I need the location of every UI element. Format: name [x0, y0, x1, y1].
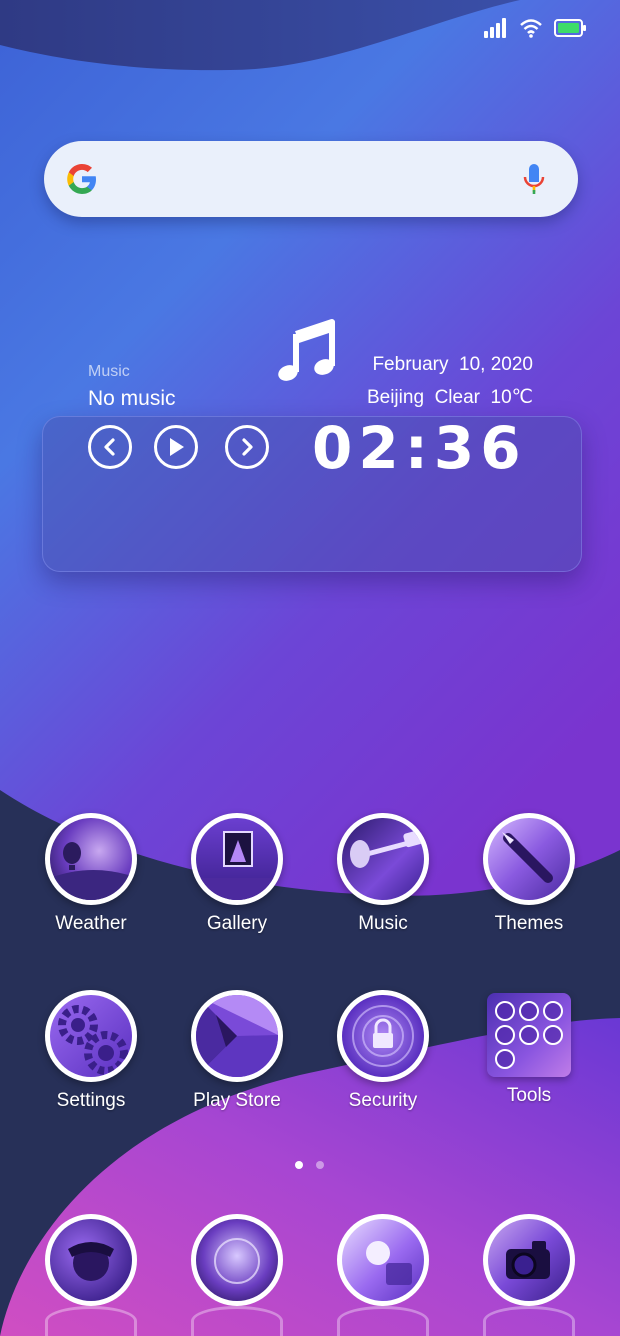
- paintbrush-icon: [502, 832, 553, 883]
- app-label: Themes: [494, 913, 564, 934]
- dock-reflection: [483, 1306, 575, 1336]
- security-app-icon: [337, 990, 429, 1082]
- widget-weather: Beijing Clear 10℃: [366, 387, 533, 408]
- app-label: Weather: [55, 913, 127, 934]
- camera-icon: [506, 1241, 550, 1279]
- app-play-store[interactable]: Play Store: [167, 990, 307, 1112]
- app-settings[interactable]: Settings: [21, 990, 161, 1112]
- app-label: Music: [358, 913, 408, 934]
- weather-app-icon: [45, 813, 137, 905]
- dock-reflection: [191, 1306, 283, 1336]
- app-music[interactable]: Music: [313, 813, 453, 935]
- dock-browser[interactable]: [191, 1214, 283, 1306]
- signal-bars-icon: [484, 18, 506, 38]
- app-label: Tools: [506, 1085, 552, 1106]
- dock-reflection: [337, 1306, 429, 1336]
- mic-icon[interactable]: [522, 162, 546, 196]
- wifi-icon: [520, 19, 542, 38]
- play-button[interactable]: [154, 425, 198, 469]
- next-icon: [242, 438, 253, 456]
- app-label: Settings: [56, 1090, 126, 1111]
- page-dot[interactable]: [316, 1161, 324, 1169]
- picture-frame-icon: [196, 831, 278, 900]
- app-themes[interactable]: Themes: [459, 813, 599, 935]
- app-weather[interactable]: Weather: [21, 813, 161, 935]
- battery-icon: [554, 19, 586, 37]
- previous-button[interactable]: [88, 425, 132, 469]
- previous-icon: [104, 438, 115, 456]
- browser-icon: [214, 1238, 260, 1284]
- status-bar: [484, 16, 586, 40]
- gallery-app-icon: [191, 813, 283, 905]
- tools-folder-icon: [487, 993, 571, 1077]
- guitar-icon: [350, 830, 424, 868]
- hot-air-balloon-icon: [50, 842, 132, 900]
- music-note-icon: [278, 319, 335, 381]
- play-icon: [170, 438, 184, 456]
- google-search-bar[interactable]: [44, 141, 578, 217]
- dock-messages[interactable]: [337, 1214, 429, 1306]
- themes-app-icon: [483, 813, 575, 905]
- gears-icon: [58, 1005, 128, 1075]
- dock-phone[interactable]: [45, 1214, 137, 1306]
- messages-icon: [366, 1241, 412, 1285]
- app-tools-folder[interactable]: Tools: [459, 990, 599, 1107]
- phone-icon: [68, 1242, 114, 1281]
- clock-time: 02:36: [312, 414, 527, 482]
- page-indicator: [295, 1161, 324, 1169]
- google-g-icon: [67, 164, 96, 194]
- music-track-title: No music: [88, 387, 176, 410]
- next-button[interactable]: [225, 425, 269, 469]
- app-label: Play Store: [193, 1090, 281, 1111]
- music-app-icon: [337, 813, 429, 905]
- play-store-app-icon: [191, 990, 283, 1082]
- music-widget-label: Music: [88, 363, 130, 380]
- dock-reflection: [45, 1306, 137, 1336]
- widget-date: February 10, 2020: [372, 354, 533, 375]
- padlock-icon: [352, 1005, 414, 1067]
- page-dot-active[interactable]: [295, 1161, 303, 1169]
- app-security[interactable]: Security: [313, 990, 453, 1112]
- app-gallery[interactable]: Gallery: [167, 813, 307, 935]
- app-label: Security: [348, 1090, 418, 1111]
- app-label: Gallery: [206, 913, 268, 934]
- geometric-play-icon: [196, 995, 278, 1077]
- settings-app-icon: [45, 990, 137, 1082]
- dock-camera[interactable]: [483, 1214, 575, 1306]
